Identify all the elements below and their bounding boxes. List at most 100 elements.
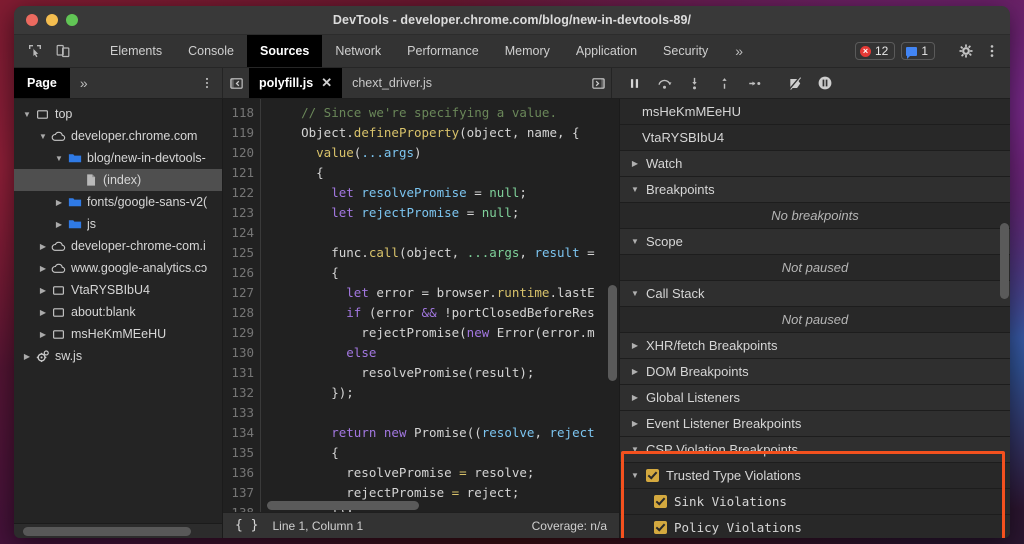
tree-item[interactable]: ▶fonts/google-sans-v2( bbox=[14, 191, 222, 213]
code-line bbox=[271, 223, 619, 243]
debugger-section-csp-violation-breakpoints[interactable]: ▼CSP Violation Breakpoints bbox=[620, 437, 1010, 463]
chevron-right-icon[interactable]: ▶ bbox=[628, 419, 642, 428]
chevron-down-icon[interactable]: ▼ bbox=[628, 185, 642, 194]
tree-item[interactable]: ▶(index) bbox=[14, 169, 222, 191]
code-area[interactable]: 1181191201211221231241251261271281291301… bbox=[223, 99, 619, 512]
error-count-badge[interactable]: × 12 bbox=[855, 42, 895, 60]
chevron-right-icon[interactable]: ▶ bbox=[628, 393, 642, 402]
maximize-window-button[interactable] bbox=[66, 14, 78, 26]
collapse-right-panel-icon[interactable] bbox=[585, 68, 611, 98]
debugger-section-scope[interactable]: ▼Scope bbox=[620, 229, 1010, 255]
debugger-section-empty-text: Not paused bbox=[620, 307, 1010, 333]
tab-sources[interactable]: Sources bbox=[247, 35, 322, 67]
line-number-gutter: 1181191201211221231241251261271281291301… bbox=[223, 99, 261, 512]
navigator-horizontal-scrollbar[interactable] bbox=[14, 523, 222, 538]
tab-elements[interactable]: Elements bbox=[97, 35, 175, 67]
step-button[interactable] bbox=[740, 70, 768, 96]
tab-security[interactable]: Security bbox=[650, 35, 721, 67]
tree-item[interactable]: ▶sw.js bbox=[14, 345, 222, 367]
tree-item[interactable]: ▶about:blank bbox=[14, 301, 222, 323]
tree-item[interactable]: ▼top bbox=[14, 103, 222, 125]
chevron-right-icon[interactable]: ▶ bbox=[36, 264, 50, 273]
debugger-section-watch[interactable]: ▶Watch bbox=[620, 151, 1010, 177]
tree-item[interactable]: ▶VtaRYSBIbU4 bbox=[14, 279, 222, 301]
tab-console[interactable]: Console bbox=[175, 35, 247, 67]
chevron-right-icon[interactable]: ▶ bbox=[36, 330, 50, 339]
editor-horizontal-scrollbar-thumb[interactable] bbox=[267, 501, 419, 510]
tree-item[interactable]: ▶developer-chrome-com.i bbox=[14, 235, 222, 257]
chevron-right-icon[interactable]: ▶ bbox=[36, 308, 50, 317]
chevron-right-icon[interactable]: ▶ bbox=[52, 220, 66, 229]
tab-label: Performance bbox=[407, 44, 479, 58]
editor-vertical-scrollbar-thumb[interactable] bbox=[608, 285, 617, 381]
navigator-more-button[interactable]: » bbox=[70, 68, 98, 98]
chevron-right-icon[interactable]: ▶ bbox=[628, 367, 642, 376]
resume-pause-button[interactable] bbox=[620, 70, 648, 96]
file-tab-polyfill[interactable]: polyfill.js ✕ bbox=[249, 68, 342, 98]
navigator-kebab-icon[interactable] bbox=[192, 68, 222, 98]
line-number: 129 bbox=[223, 323, 254, 343]
chevron-right-icon[interactable]: ▶ bbox=[628, 341, 642, 350]
chevron-down-icon[interactable]: ▼ bbox=[628, 445, 642, 454]
csp-child-row[interactable]: Sink Violations bbox=[620, 489, 1010, 515]
trusted-type-violations-checkbox[interactable] bbox=[646, 469, 659, 482]
chevron-down-icon[interactable]: ▼ bbox=[628, 289, 642, 298]
chevron-right-icon[interactable]: ▶ bbox=[20, 352, 34, 361]
tab-memory[interactable]: Memory bbox=[492, 35, 563, 67]
gear-icon[interactable] bbox=[956, 41, 976, 61]
message-count-badge[interactable]: 1 bbox=[901, 42, 935, 60]
line-number: 127 bbox=[223, 283, 254, 303]
deactivate-breakpoints-button[interactable] bbox=[781, 70, 809, 96]
sink-violations-checkbox[interactable] bbox=[654, 495, 667, 508]
tab-network[interactable]: Network bbox=[322, 35, 394, 67]
pause-on-exceptions-button[interactable] bbox=[811, 70, 839, 96]
section-label: Call Stack bbox=[646, 286, 705, 301]
chevron-right-icon[interactable]: ▶ bbox=[36, 286, 50, 295]
step-over-button[interactable] bbox=[650, 70, 678, 96]
tab-performance[interactable]: Performance bbox=[394, 35, 492, 67]
chevron-down-icon[interactable]: ▼ bbox=[52, 154, 66, 163]
close-icon[interactable]: ✕ bbox=[321, 75, 332, 91]
tree-item[interactable]: ▶www.google-analytics.cɔ bbox=[14, 257, 222, 279]
source-code-text[interactable]: // Since we're specifying a value. Objec… bbox=[261, 99, 619, 512]
tab-application[interactable]: Application bbox=[563, 35, 650, 67]
device-toolbar-icon[interactable] bbox=[52, 40, 74, 62]
code-line: value(...args) bbox=[271, 143, 619, 163]
minimize-window-button[interactable] bbox=[46, 14, 58, 26]
policy-violations-checkbox[interactable] bbox=[654, 521, 667, 534]
debugger-scrollbar-thumb[interactable] bbox=[1000, 223, 1009, 299]
chevron-down-icon[interactable]: ▼ bbox=[628, 237, 642, 246]
error-icon: × bbox=[860, 46, 871, 57]
debugger-section-global-listeners[interactable]: ▶Global Listeners bbox=[620, 385, 1010, 411]
chevron-right-icon[interactable]: ▶ bbox=[628, 159, 642, 168]
kebab-menu-icon[interactable] bbox=[982, 41, 1002, 61]
tree-item[interactable]: ▼developer.chrome.com bbox=[14, 125, 222, 147]
collapse-left-panel-icon[interactable] bbox=[223, 68, 249, 98]
csp-trusted-type-violations-row[interactable]: ▼Trusted Type Violations bbox=[620, 463, 1010, 489]
debugger-section-dom-breakpoints[interactable]: ▶DOM Breakpoints bbox=[620, 359, 1010, 385]
scrollbar-thumb[interactable] bbox=[23, 527, 191, 536]
step-out-button[interactable] bbox=[710, 70, 738, 96]
debugger-section-call-stack[interactable]: ▼ Call Stack bbox=[620, 281, 1010, 307]
debugger-thread-item[interactable]: msHeKmMEeHU bbox=[620, 99, 1010, 125]
tree-item[interactable]: ▶msHeKmMEeHU bbox=[14, 323, 222, 345]
chevron-down-icon[interactable]: ▼ bbox=[628, 471, 642, 480]
close-window-button[interactable] bbox=[26, 14, 38, 26]
chevron-down-icon[interactable]: ▼ bbox=[20, 110, 34, 119]
tree-item[interactable]: ▶js bbox=[14, 213, 222, 235]
debugger-section-breakpoints[interactable]: ▼Breakpoints bbox=[620, 177, 1010, 203]
debugger-section-xhr-fetch-breakpoints[interactable]: ▶XHR/fetch Breakpoints bbox=[620, 333, 1010, 359]
tab-page[interactable]: Page bbox=[14, 68, 70, 98]
more-tabs-button[interactable]: » bbox=[721, 35, 753, 67]
step-into-button[interactable] bbox=[680, 70, 708, 96]
file-tab-chext-driver[interactable]: chext_driver.js bbox=[342, 68, 442, 98]
csp-child-row[interactable]: Policy Violations bbox=[620, 515, 1010, 538]
debugger-section-event-listener-breakpoints[interactable]: ▶Event Listener Breakpoints bbox=[620, 411, 1010, 437]
chevron-right-icon[interactable]: ▶ bbox=[52, 198, 66, 207]
chevron-right-icon[interactable]: ▶ bbox=[36, 242, 50, 251]
chevron-down-icon[interactable]: ▼ bbox=[36, 132, 50, 141]
inspect-element-icon[interactable] bbox=[24, 40, 46, 62]
pretty-print-icon[interactable]: { } bbox=[235, 518, 258, 533]
debugger-thread-item[interactable]: VtaRYSBIbU4 bbox=[620, 125, 1010, 151]
tree-item[interactable]: ▼blog/new-in-devtools- bbox=[14, 147, 222, 169]
